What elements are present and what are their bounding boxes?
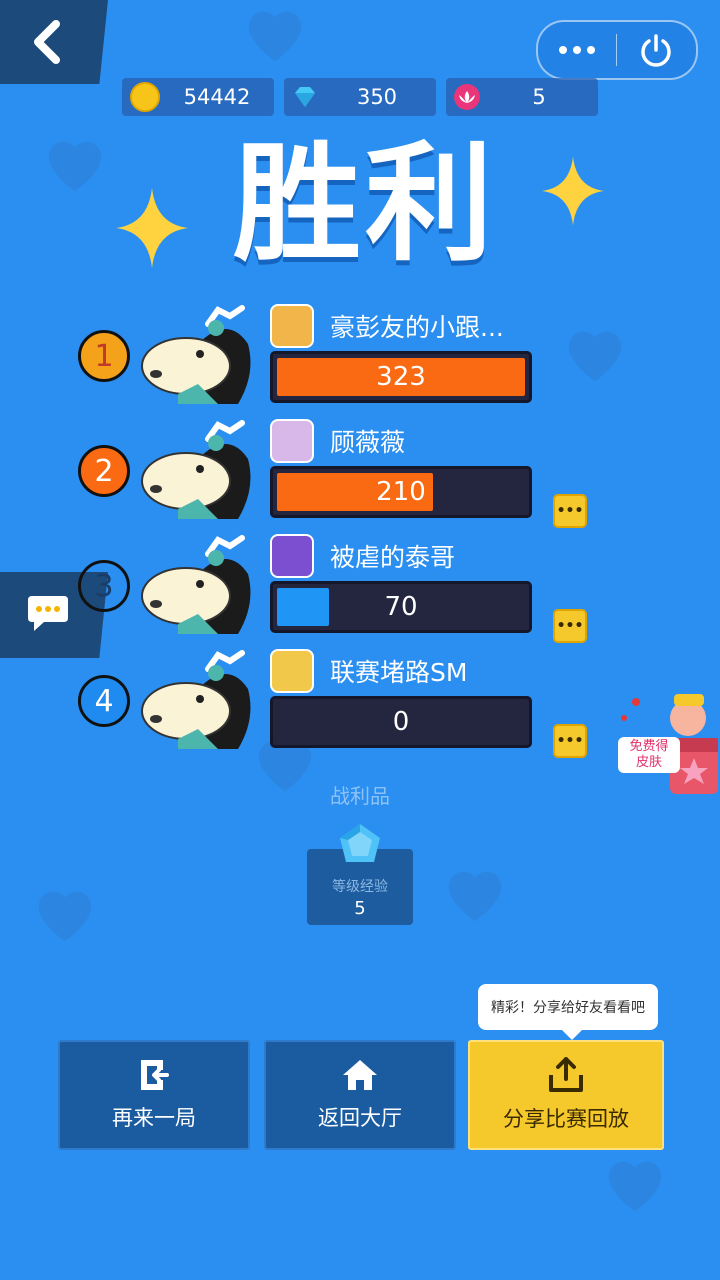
replay-icon	[141, 1060, 169, 1090]
lotus-icon	[454, 84, 480, 110]
sparkle-icon	[542, 156, 604, 226]
heart-decoration-icon	[608, 1161, 662, 1212]
home-icon	[343, 1060, 377, 1090]
rank-badge: 4	[78, 675, 130, 727]
share-replay-button[interactable]: 分享比赛回放	[468, 1040, 664, 1150]
rank-number: 4	[94, 683, 114, 719]
rank-badge: 3	[78, 560, 130, 612]
character-avatar	[141, 305, 251, 404]
score-bar: 323	[270, 351, 532, 403]
more-options-button[interactable]	[538, 22, 616, 78]
play-again-label: 再来一局	[112, 1106, 196, 1130]
loot-item-name: 等级经验	[332, 879, 388, 895]
rank-number: 3	[94, 568, 114, 604]
promo-line1: 免费得	[629, 739, 669, 754]
rank-badge: 1	[78, 330, 130, 382]
share-tooltip: 精彩！分享给好友看看吧	[478, 984, 658, 1040]
back-button[interactable]	[0, 0, 108, 84]
score-bar: 70	[270, 581, 532, 633]
return-lobby-button[interactable]: 返回大厅	[264, 1040, 456, 1150]
character-avatar	[141, 420, 251, 519]
close-app-button[interactable]	[617, 22, 695, 78]
return-lobby-label: 返回大厅	[318, 1106, 402, 1130]
score-value: 70	[384, 592, 418, 622]
heart-decoration-icon	[448, 871, 502, 922]
score-value: 0	[392, 707, 410, 737]
share-replay-label: 分享比赛回放	[503, 1107, 629, 1131]
heart-decoration-icon	[38, 891, 92, 942]
loot-label: 战利品	[330, 784, 390, 808]
player-more-button[interactable]: •••	[553, 609, 587, 643]
play-again-button[interactable]: 再来一局	[58, 1040, 250, 1150]
diamond-icon	[295, 87, 315, 107]
heart-decoration-icon	[48, 141, 102, 192]
exp-crystal-icon	[340, 824, 380, 862]
player-icon	[270, 304, 314, 348]
player-name: 顾薇薇	[330, 428, 406, 457]
free-skin-label[interactable]: 免费得 皮肤	[618, 737, 680, 773]
player-icon	[270, 534, 314, 578]
player-more-button[interactable]: •••	[553, 494, 587, 528]
diamond-counter: 350	[284, 78, 436, 116]
player-icon	[270, 649, 314, 693]
power-icon	[641, 34, 671, 67]
sparkle-icon	[116, 188, 188, 268]
player-more-button[interactable]: •••	[553, 724, 587, 758]
player-name: 被虐的泰哥	[330, 543, 456, 572]
character-avatar	[141, 535, 251, 634]
character-avatar	[141, 650, 251, 749]
victory-title: 胜利	[232, 130, 497, 279]
rank-number: 2	[94, 453, 114, 489]
rank-badge: 2	[78, 445, 130, 497]
lotus-value: 5	[532, 85, 546, 109]
heart-decoration-icon	[568, 331, 622, 382]
back-arrow-icon	[34, 20, 60, 64]
player-name: 联赛堵路SM	[330, 658, 468, 687]
score-value: 323	[376, 362, 426, 392]
player-icon	[270, 419, 314, 463]
gold-coin-icon	[130, 82, 160, 112]
promo-line2: 皮肤	[635, 755, 662, 770]
gold-counter: 54442	[122, 78, 274, 116]
score-bar: 210	[270, 466, 532, 518]
loot-item-value: 5	[354, 898, 366, 919]
lotus-counter: 5	[446, 78, 598, 116]
more-dots-icon	[559, 46, 595, 54]
player-name: 豪彭友的小跟...	[330, 313, 504, 342]
menu-capsule	[536, 20, 698, 80]
share-icon	[549, 1057, 583, 1092]
gold-value: 54442	[183, 85, 251, 109]
chat-bubble-icon	[28, 596, 68, 631]
diamond-value: 350	[356, 85, 398, 109]
score-value: 210	[376, 477, 426, 507]
heart-decoration-icon	[248, 11, 302, 62]
rank-number: 1	[94, 338, 114, 374]
score-bar: 0	[270, 696, 532, 748]
